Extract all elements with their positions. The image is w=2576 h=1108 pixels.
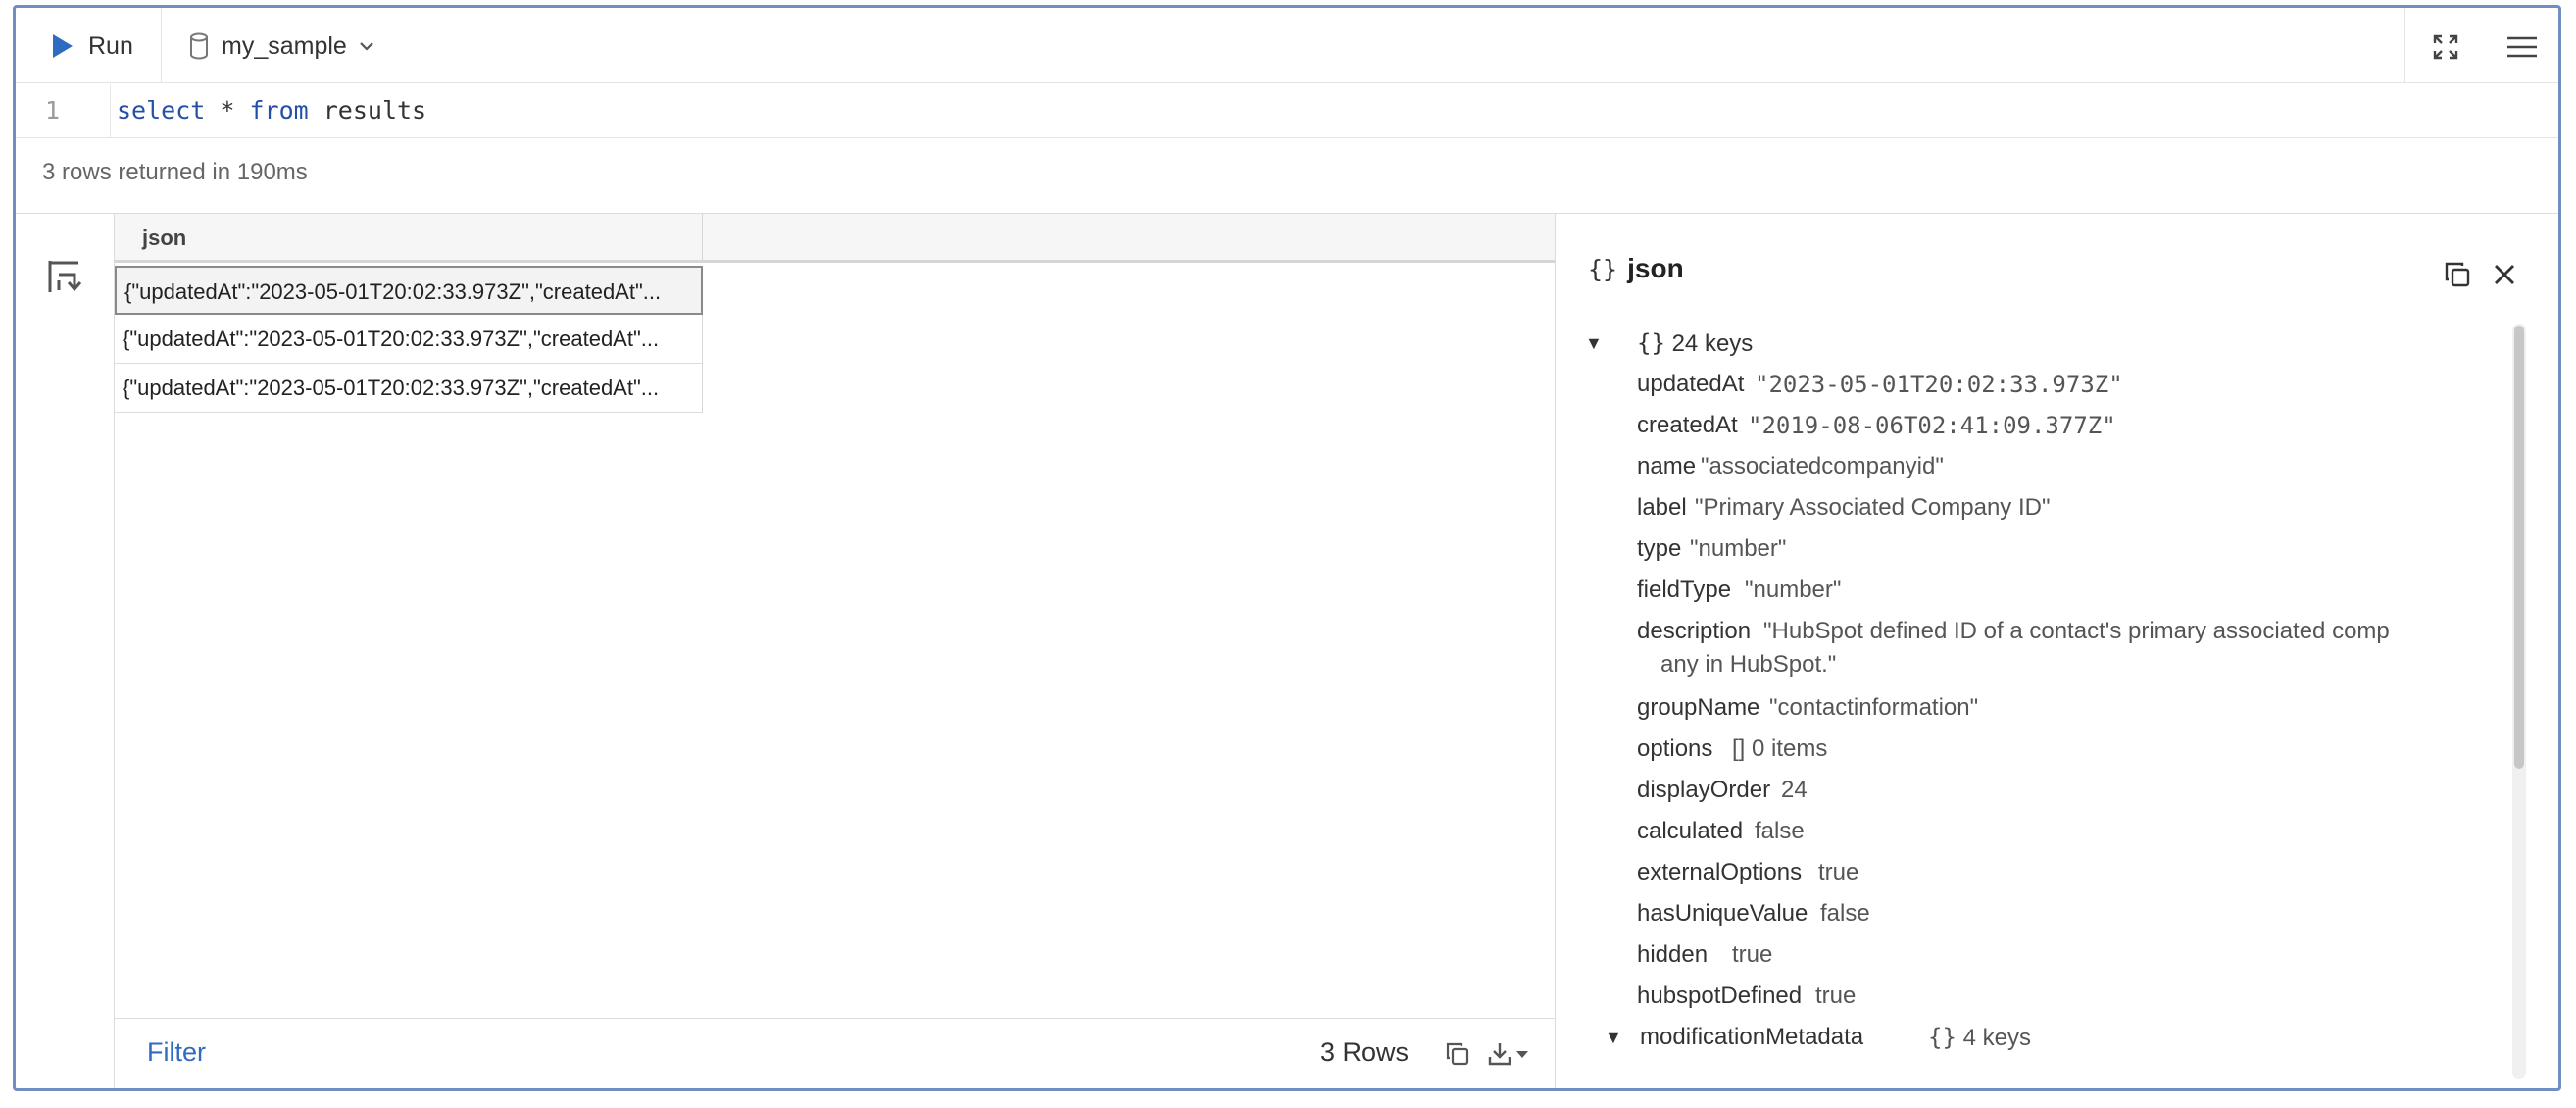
copy-icon — [2445, 262, 2470, 287]
keyword-from: from — [249, 96, 309, 125]
menu-button[interactable] — [2502, 27, 2542, 67]
table-row[interactable]: {"updatedAt":"2023-05-01T20:02:33.973Z",… — [115, 266, 703, 315]
tree-root: ▼ {} 24 keys — [1585, 324, 2558, 365]
table-row[interactable]: {"updatedAt":"2023-05-01T20:02:33.973Z",… — [115, 364, 703, 413]
download-icon — [1488, 1043, 1511, 1066]
column-header-json[interactable]: json — [115, 214, 703, 263]
tree-item[interactable]: hidden true — [1585, 935, 2558, 977]
gutter-divider — [110, 84, 111, 138]
run-button[interactable]: Run — [51, 25, 133, 67]
chevron-down-icon — [360, 42, 373, 51]
tree-item[interactable]: type "number" — [1585, 529, 2558, 571]
tree-item[interactable]: hubspotDefined true — [1585, 977, 2558, 1018]
inspector-title-text: json — [1627, 253, 1684, 283]
table-row[interactable]: {"updatedAt":"2023-05-01T20:02:33.973Z",… — [115, 315, 703, 364]
tree-item[interactable]: updatedAt "2023-05-01T20:02:33.973Z" — [1585, 365, 2558, 406]
database-selector[interactable]: my_sample — [188, 25, 374, 67]
json-tree: ▼ {} 24 keys updatedAt "2023-05-01T20:02:… — [1585, 324, 2558, 1059]
play-icon — [53, 34, 73, 58]
tree-item[interactable]: hasUniqueValue false — [1585, 894, 2558, 935]
results-grid: json {"updatedAt":"2023-05-01T20:02:33.9… — [115, 214, 1555, 1088]
copy-results-button[interactable] — [1438, 1034, 1477, 1074]
close-icon — [2495, 265, 2514, 284]
collapse-toggle-icon[interactable]: ▼ — [1585, 333, 1603, 354]
star-token: * — [205, 96, 250, 125]
tree-item[interactable]: name "associatedcompanyid" — [1585, 447, 2558, 488]
run-label: Run — [88, 31, 133, 60]
collapse-toggle-icon[interactable]: ▼ — [1605, 1028, 1622, 1048]
grid-footer: Filter 3 Rows — [115, 1018, 1555, 1088]
tree-item[interactable]: externalOptions true — [1585, 853, 2558, 894]
tree-item[interactable]: displayOrder 24 — [1585, 771, 2558, 812]
tree-item[interactable]: label "Primary Associated Company ID" — [1585, 488, 2558, 529]
line-number: 1 — [45, 96, 61, 125]
filter-link[interactable]: Filter — [147, 1037, 206, 1068]
root-type: {} 24 keys — [1637, 329, 1754, 357]
toolbar: Run my_sample — [16, 8, 2558, 83]
tree-item[interactable]: createdAt "2019-08-06T02:41:09.377Z" — [1585, 406, 2558, 447]
query-text[interactable]: select * from results — [117, 96, 426, 125]
fullscreen-button[interactable] — [2426, 27, 2465, 67]
transpose-button[interactable] — [45, 257, 84, 296]
tree-item[interactable]: description "HubSpot defined ID of a con… — [1585, 612, 2558, 688]
grid-body: {"updatedAt":"2023-05-01T20:02:33.973Z",… — [115, 266, 703, 413]
grid-header: json — [115, 214, 1555, 263]
toolbar-divider — [161, 8, 162, 83]
close-inspector-button[interactable] — [2485, 255, 2524, 294]
object-icon: {} — [1588, 254, 1618, 283]
nested-type: {} 4 keys — [1928, 1024, 2031, 1051]
scrollbar-thumb[interactable] — [2514, 326, 2524, 769]
status-text: 3 rows returned in 190ms — [42, 159, 308, 185]
table-token: results — [308, 96, 427, 125]
inspector-title: {} json — [1588, 253, 1684, 284]
json-inspector: {} json ▼ {} 24 keys updatedAt "2023-05-0… — [1555, 214, 2558, 1088]
row-count: 3 Rows — [1320, 1037, 1410, 1067]
copy-icon — [1446, 1042, 1469, 1066]
copy-json-button[interactable] — [2438, 255, 2477, 294]
sql-cell: Run my_sample 1 select * from results 3 … — [13, 5, 2561, 1091]
tree-item[interactable]: fieldType "number" — [1585, 571, 2558, 612]
tree-item-nested[interactable]: ▼ modificationMetadata {} 4 keys — [1585, 1018, 2558, 1059]
tree-item[interactable]: groupName "contactinformation" — [1585, 688, 2558, 730]
download-button[interactable] — [1481, 1034, 1536, 1074]
keyword-select: select — [117, 96, 206, 125]
expand-icon — [2433, 34, 2458, 60]
tree-item[interactable]: calculated false — [1585, 812, 2558, 853]
toolbar-divider — [2404, 8, 2405, 83]
tree-item[interactable]: options[] 0 items — [1585, 730, 2558, 771]
caret-down-icon — [1516, 1051, 1528, 1058]
database-icon — [190, 32, 208, 60]
results-rail — [16, 214, 115, 1088]
transpose-icon — [48, 261, 82, 292]
query-editor[interactable]: 1 select * from results — [16, 84, 2558, 138]
database-name: my_sample — [222, 31, 347, 60]
hamburger-icon — [2507, 36, 2537, 58]
